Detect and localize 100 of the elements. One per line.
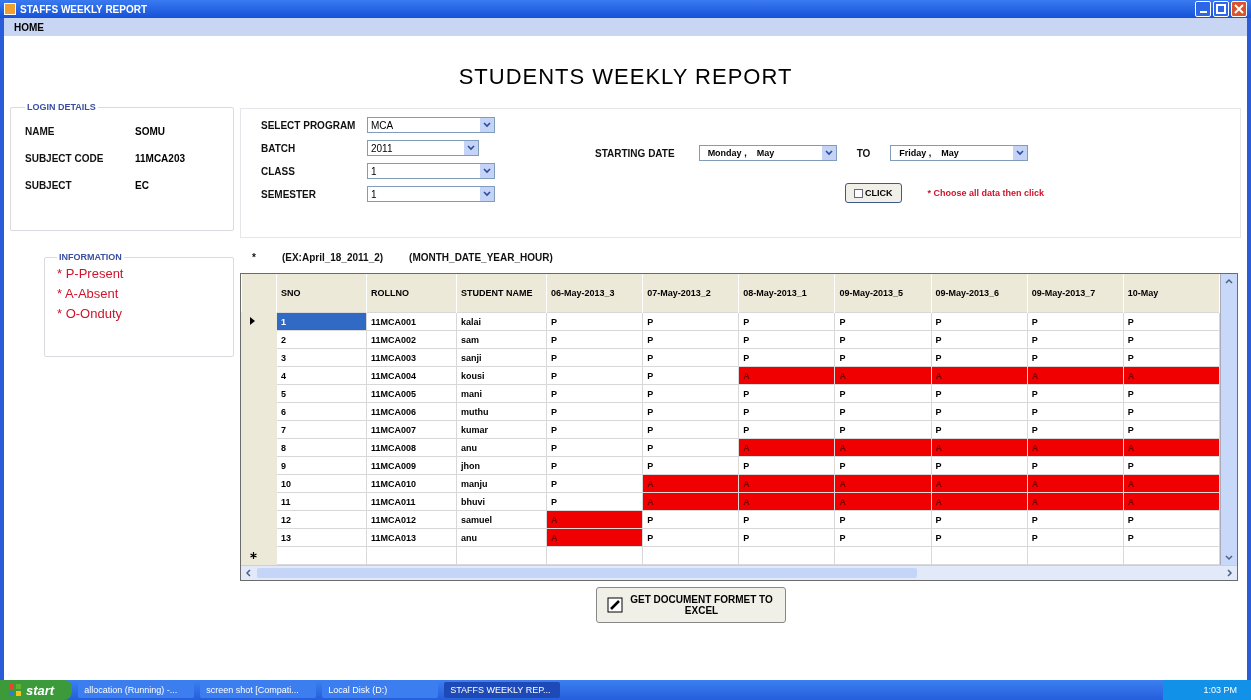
table-cell: 11MCA002: [366, 330, 457, 349]
table-cell: 8: [276, 438, 367, 457]
table-cell: P: [546, 438, 643, 457]
table-cell: P: [546, 312, 643, 331]
table-cell: P: [546, 474, 643, 493]
table-cell: 10: [276, 474, 367, 493]
table-cell: P: [738, 510, 835, 529]
field-value: EC: [135, 180, 149, 191]
table-cell: P: [931, 402, 1028, 421]
table-cell: P: [546, 402, 643, 421]
table-cell: P: [642, 348, 739, 367]
column-header[interactable]: 07-May-2013_2: [642, 274, 739, 313]
table-cell: kalai: [456, 312, 547, 331]
table-cell: P: [931, 528, 1028, 547]
table-cell: kousi: [456, 366, 547, 385]
table-cell: samuel: [456, 510, 547, 529]
page-heading: STUDENTS WEEKLY REPORT: [457, 63, 794, 91]
taskbar-button[interactable]: screen shot [Compati...: [200, 682, 317, 698]
dropdown[interactable]: 2011: [367, 140, 479, 156]
table-cell: P: [546, 420, 643, 439]
table-cell: 3: [276, 348, 367, 367]
table-cell: P: [1123, 330, 1220, 349]
dropdown[interactable]: 1: [367, 163, 495, 179]
table-cell: P: [1123, 312, 1220, 331]
date-picker[interactable]: Friday , May: [890, 145, 1029, 161]
table-cell: P: [834, 312, 932, 331]
taskbar-button[interactable]: Local Disk (D:): [322, 682, 439, 698]
taskbar-button[interactable]: allocation (Running) -...: [78, 682, 195, 698]
table-cell: 11MCA009: [366, 456, 457, 475]
column-header[interactable]: 09-May-2013_7: [1027, 274, 1124, 313]
start-button[interactable]: start: [0, 680, 73, 700]
field-label: STARTING DATE: [595, 147, 675, 159]
table-cell: P: [931, 420, 1028, 439]
column-header[interactable]: ROLLNO: [366, 274, 457, 313]
column-header[interactable]: 09-May-2013_6: [931, 274, 1028, 313]
table-cell: 11MCA010: [366, 474, 457, 493]
field-label: BATCH: [261, 142, 297, 154]
table-cell: 11MCA006: [366, 402, 457, 421]
dropdown[interactable]: 1: [367, 186, 495, 202]
table-cell: P: [931, 312, 1028, 331]
table-cell: P: [642, 420, 739, 439]
table-cell: P: [1027, 456, 1124, 475]
table-cell: sam: [456, 330, 547, 349]
table-cell: P: [642, 312, 739, 331]
table-cell: P: [642, 384, 739, 403]
table-cell: P: [738, 312, 835, 331]
date-picker[interactable]: Monday , May: [698, 145, 837, 161]
table-cell: P: [642, 510, 739, 529]
table-cell: mani: [456, 384, 547, 403]
column-header[interactable]: 10-May: [1123, 274, 1220, 313]
table-cell: 7: [276, 420, 367, 439]
table-cell: P: [642, 330, 739, 349]
column-header[interactable]: 06-May-2013_3: [546, 274, 643, 313]
field-value: SOMU: [135, 126, 165, 137]
table-cell: sanji: [456, 348, 547, 367]
table-cell: P: [931, 330, 1028, 349]
table-cell: 2: [276, 330, 367, 349]
table-cell: P: [546, 330, 643, 349]
table-cell: P: [642, 402, 739, 421]
table-cell: P: [546, 456, 643, 475]
table-cell: P: [1123, 420, 1220, 439]
taskbar-button[interactable]: STAFFS WEEKLY REP...: [444, 682, 561, 698]
table-cell: P: [738, 348, 835, 367]
menu-item[interactable]: HOME: [14, 21, 44, 33]
table-cell: 11MCA013: [366, 528, 457, 547]
column-header[interactable]: 08-May-2013_1: [738, 274, 835, 313]
format-example: (EX:April_18_2011_2): [281, 252, 384, 263]
table-cell: P: [738, 420, 835, 439]
click-button[interactable]: CLICK: [845, 183, 902, 203]
table-cell: 11: [276, 492, 367, 511]
column-header[interactable]: STUDENT NAME: [456, 274, 547, 313]
table-cell: P: [642, 456, 739, 475]
table-cell: P: [642, 366, 739, 385]
table-cell: P: [834, 510, 932, 529]
table-cell: P: [738, 528, 835, 547]
table-cell: P: [546, 348, 643, 367]
table-cell: P: [834, 402, 932, 421]
table-cell: P: [546, 384, 643, 403]
column-header[interactable]: 09-May-2013_5: [834, 274, 932, 313]
table-cell: 11MCA001: [366, 312, 457, 331]
table-cell: P: [931, 348, 1028, 367]
table-cell: P: [642, 438, 739, 457]
field-label: NAME: [25, 126, 56, 137]
field-label: TO: [856, 147, 871, 159]
column-header[interactable]: SNO: [276, 274, 367, 313]
legend-item: * A-Absent: [57, 286, 120, 301]
field-label: SUBJECT: [25, 180, 73, 191]
table-cell: P: [1027, 330, 1124, 349]
hint-text: * Choose all data then click: [927, 188, 1045, 198]
table-cell: bhuvi: [456, 492, 547, 511]
table-cell: P: [738, 456, 835, 475]
table-cell: 5: [276, 384, 367, 403]
table-cell: kumar: [456, 420, 547, 439]
table-cell: anu: [456, 438, 547, 457]
export-button[interactable]: GET DOCUMENT FORMET TO EXCEL: [595, 587, 786, 623]
group-title: INFORMATION: [58, 252, 123, 262]
table-cell: P: [834, 420, 932, 439]
dropdown[interactable]: MCA: [367, 117, 495, 133]
table-cell: P: [1027, 420, 1124, 439]
table-cell: manju: [456, 474, 547, 493]
